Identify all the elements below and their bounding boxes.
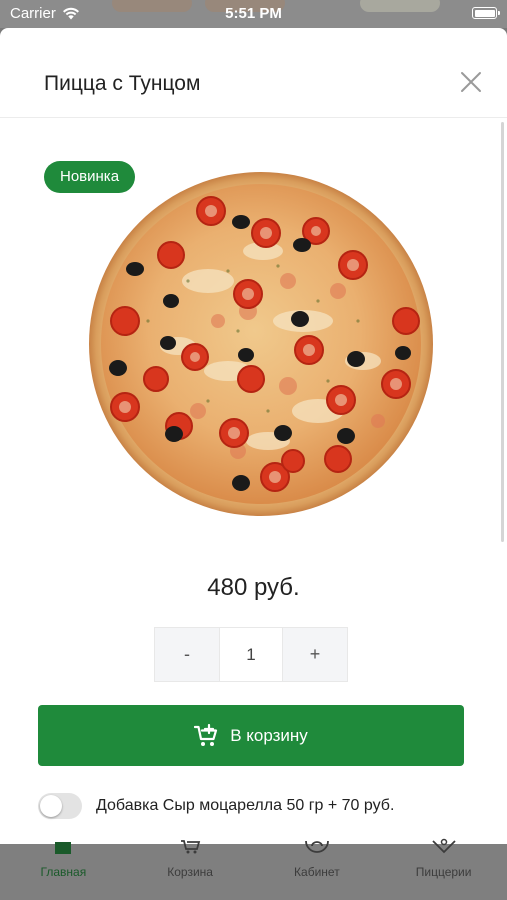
product-image	[88, 171, 434, 517]
location-icon	[431, 838, 456, 854]
user-icon	[304, 840, 329, 853]
modal-header: Пицца с Тунцом	[0, 28, 507, 118]
tab-home[interactable]: Главная	[0, 842, 127, 900]
add-to-cart-label: В корзину	[230, 725, 308, 745]
clock: 5:51 PM	[225, 5, 282, 22]
add-to-cart-button[interactable]: В корзину	[38, 705, 464, 766]
tab-cart-label: Корзина	[167, 865, 213, 879]
increment-button[interactable]: +	[283, 628, 347, 681]
tab-home-label: Главная	[40, 865, 87, 879]
addon-label: Добавка Сыр моцарелла 50 гр + 70 руб.	[96, 797, 395, 814]
product-modal: Пицца с Тунцом Новинка 480 руб. - 1 + В …	[0, 28, 507, 844]
addon-option: Добавка Сыр моцарелла 50 гр + 70 руб.	[38, 793, 394, 819]
cart-icon	[181, 840, 201, 854]
status-bar: Carrier 5:51 PM	[0, 0, 507, 28]
quantity-stepper: - 1 +	[154, 627, 348, 682]
addon-toggle[interactable]	[38, 793, 82, 819]
tab-pizzerias[interactable]: Пиццерии	[380, 838, 507, 900]
tab-cart[interactable]: Корзина	[127, 840, 254, 900]
toggle-knob	[40, 795, 62, 817]
add-to-cart-icon	[194, 723, 218, 746]
tab-account[interactable]: Кабинет	[254, 840, 381, 900]
home-icon	[55, 842, 72, 854]
product-title: Пицца с Тунцом	[44, 72, 201, 95]
product-price: 480 руб.	[207, 574, 300, 601]
tab-bar: Главная Корзина Кабинет Пиццерии	[0, 838, 507, 900]
battery-icon	[472, 7, 500, 19]
scrollbar[interactable]	[501, 122, 504, 542]
tab-account-label: Кабинет	[294, 865, 340, 879]
tab-pizzerias-label: Пиццерии	[415, 865, 472, 879]
quantity-value: 1	[219, 628, 283, 681]
close-icon	[461, 72, 481, 92]
close-button[interactable]	[459, 70, 483, 94]
pizza-image	[89, 172, 433, 516]
decrement-button[interactable]: -	[155, 628, 219, 681]
